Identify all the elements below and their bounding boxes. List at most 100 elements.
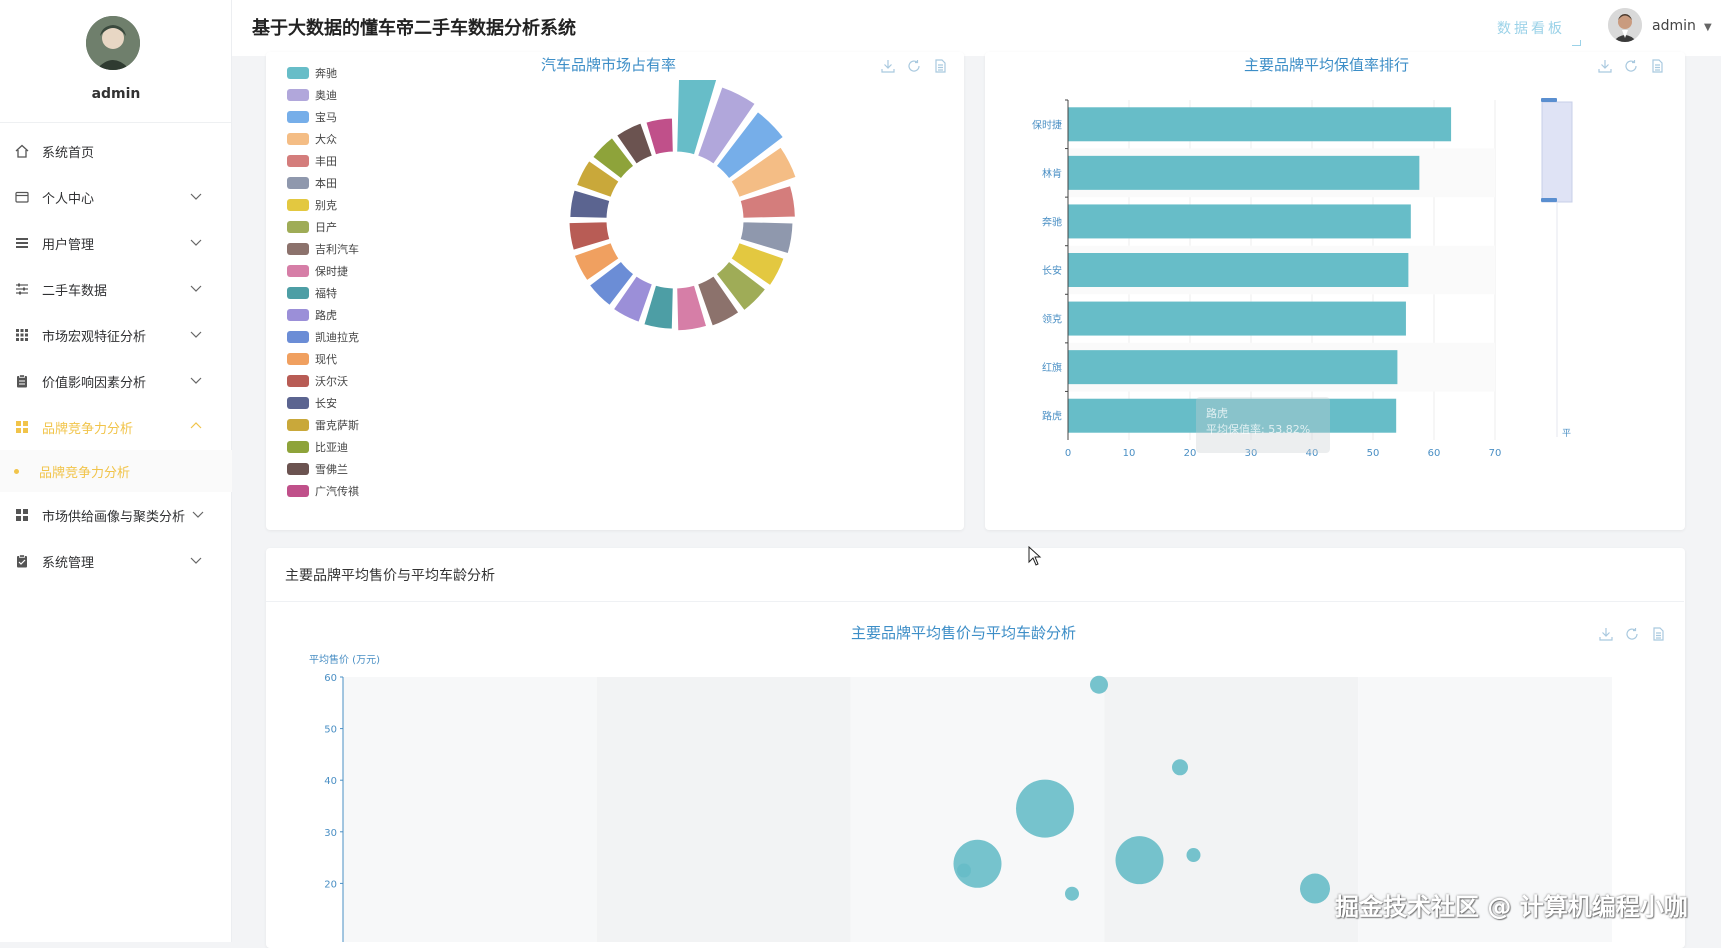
legend-label: 雷克萨斯 (315, 419, 359, 432)
refresh-icon[interactable] (906, 58, 922, 74)
legend-label: 日产 (315, 221, 337, 234)
grid-icon (14, 419, 30, 435)
avatar[interactable] (86, 16, 140, 70)
grid-icon (14, 327, 30, 343)
bar[interactable] (1068, 253, 1409, 287)
sidebar-item-label: 品牌竞争力分析 (42, 421, 134, 437)
y-tick-label: 长安 (1042, 264, 1062, 277)
dashboard-link[interactable]: 数据看板 (1497, 18, 1565, 38)
legend-swatch (287, 463, 309, 475)
legend-swatch (287, 111, 309, 123)
legend-label: 福特 (315, 287, 337, 300)
bar[interactable] (1068, 155, 1420, 190)
zoom-slider-window[interactable] (1541, 101, 1573, 203)
sidebar-item-label: 二手车数据 (42, 283, 108, 299)
legend-item[interactable]: 丰田 (287, 150, 359, 172)
y-tick-label: 保时捷 (1032, 118, 1062, 131)
scatter-point[interactable] (957, 863, 971, 878)
legend-item[interactable]: 吉利汽车 (287, 238, 359, 260)
y-tick-label: 60 (324, 673, 337, 684)
legend-item[interactable]: 大众 (287, 128, 359, 150)
scatter-point[interactable] (1090, 675, 1108, 694)
y-tick-label: 红旗 (1042, 361, 1062, 374)
sidebar-item-system-management[interactable]: 系统管理 (0, 538, 232, 584)
legend-item[interactable]: 奔驰 (287, 62, 359, 84)
legend-item[interactable]: 雪佛兰 (287, 458, 359, 480)
legend-item[interactable]: 现代 (287, 348, 359, 370)
legend-item[interactable]: 别克 (287, 194, 359, 216)
scatter-point[interactable] (1065, 886, 1079, 901)
clipboard-icon (14, 373, 30, 389)
legend-swatch (287, 441, 309, 453)
chevron-down-icon (190, 331, 202, 338)
axis-unit-label: 平 (1562, 428, 1571, 439)
bar[interactable] (1068, 350, 1398, 385)
legend-item[interactable]: 保时捷 (287, 260, 359, 282)
legend-label: 沃尔沃 (315, 375, 348, 388)
sidebar-item-market-macro[interactable]: 市场宏观特征分析 (0, 312, 232, 358)
sidebar-item-label: 价值影响因素分析 (42, 375, 147, 391)
active-dot (14, 468, 19, 474)
bar[interactable] (1068, 107, 1452, 142)
legend-item[interactable]: 奥迪 (287, 84, 359, 106)
bar[interactable] (1068, 301, 1406, 336)
sidebar-subitem-brand-competitiveness[interactable]: 品牌竞争力分析 (0, 450, 232, 492)
sidebar-item-personal-center[interactable]: 个人中心 (0, 174, 232, 220)
zoom-handle-bottom[interactable] (1541, 198, 1557, 202)
legend-label: 保时捷 (315, 265, 348, 278)
legend-label: 吉利汽车 (315, 243, 359, 256)
legend-label: 丰田 (315, 155, 337, 168)
scatter-point[interactable] (1186, 848, 1201, 863)
sidebar-item-market-supply[interactable]: 市场供给画像与聚类分析 (0, 492, 232, 538)
sidebar: admin 系统首页 个人中心 用户管理 二手车数据 市场宏观特征分析 价值影响… (0, 0, 232, 942)
user-avatar[interactable] (1608, 8, 1642, 42)
legend-label: 奔驰 (315, 67, 337, 80)
y-tick-label: 20 (324, 879, 337, 890)
scatter-point[interactable] (953, 839, 1002, 888)
scatter-point[interactable] (1115, 836, 1164, 885)
sidebar-item-brand-competitiveness[interactable]: 品牌竞争力分析 (0, 404, 232, 450)
x-tick-label: 70 (1489, 448, 1502, 459)
legend-item[interactable]: 路虎 (287, 304, 359, 326)
sidebar-subitem-label: 品牌竞争力分析 (39, 465, 131, 481)
x-tick-label: 10 (1123, 448, 1136, 459)
legend-swatch (287, 177, 309, 189)
x-tick-label: 20 (1184, 448, 1197, 459)
download-icon[interactable] (880, 58, 896, 74)
legend-item[interactable]: 广汽传祺 (287, 480, 359, 502)
caret-down-icon[interactable]: ▼ (1704, 22, 1712, 33)
bar[interactable] (1068, 204, 1411, 239)
legend-item[interactable]: 凯迪拉克 (287, 326, 359, 348)
scatter-point[interactable] (1016, 779, 1074, 838)
legend-swatch (287, 287, 309, 299)
dashboard-link-divider (1572, 45, 1581, 46)
sidebar-item-value-factors[interactable]: 价值影响因素分析 (0, 358, 232, 404)
legend-item[interactable]: 日产 (287, 216, 359, 238)
legend-item[interactable]: 本田 (287, 172, 359, 194)
sidebar-item-label: 用户管理 (42, 237, 95, 253)
clipboard-check-icon (14, 553, 30, 569)
scatter-point[interactable] (1300, 873, 1330, 904)
legend-swatch (287, 397, 309, 409)
chevron-down-icon (192, 511, 204, 518)
zoom-handle-top[interactable] (1541, 98, 1557, 102)
legend-swatch (287, 67, 309, 79)
header-username[interactable]: admin (1652, 18, 1696, 34)
chevron-down-icon (190, 239, 202, 246)
legend-item[interactable]: 长安 (287, 392, 359, 414)
sidebar-item-used-car-data[interactable]: 二手车数据 (0, 266, 232, 312)
legend-item[interactable]: 比亚迪 (287, 436, 359, 458)
scatter-point[interactable] (1172, 759, 1188, 776)
mouse-cursor-icon (1028, 546, 1042, 566)
bar-chart: 保时捷林肯奔驰长安领克红旗路虎0 10 20 30 40 50 60 70平 (1032, 98, 1573, 459)
legend-item[interactable]: 福特 (287, 282, 359, 304)
sidebar-item-user-management[interactable]: 用户管理 (0, 220, 232, 266)
chevron-down-icon (190, 557, 202, 564)
sidebar-item-home[interactable]: 系统首页 (0, 128, 232, 174)
data-view-icon[interactable] (932, 58, 948, 74)
sidebar-item-label: 个人中心 (42, 191, 95, 207)
legend-item[interactable]: 宝马 (287, 106, 359, 128)
legend-item[interactable]: 雷克萨斯 (287, 414, 359, 436)
y-axis-label: 平均售价 (万元) (309, 653, 380, 666)
legend-item[interactable]: 沃尔沃 (287, 370, 359, 392)
